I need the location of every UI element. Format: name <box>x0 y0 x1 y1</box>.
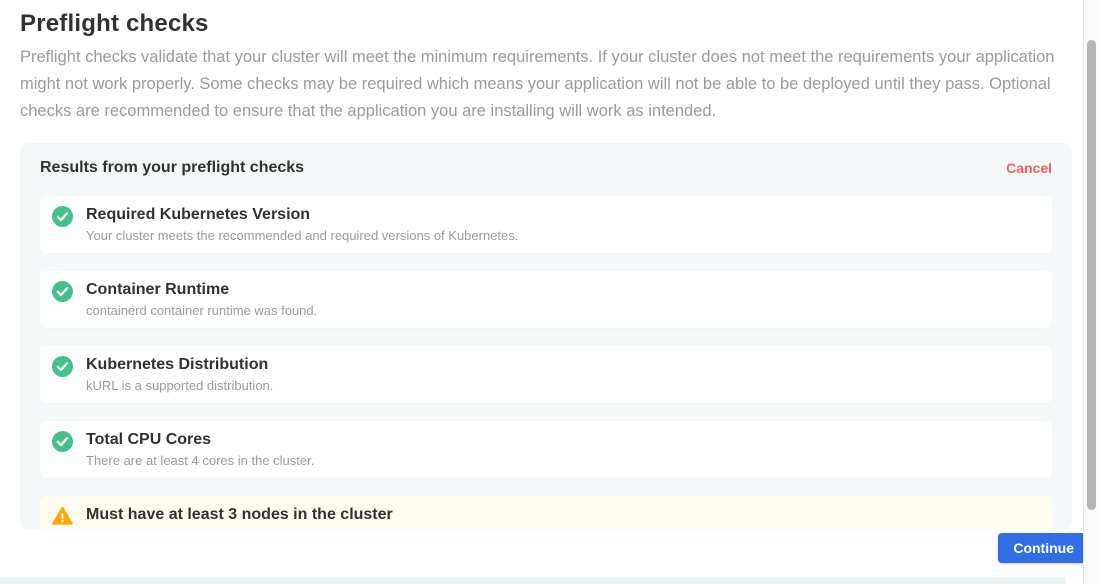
check-body: Total CPU Cores There are at least 4 cor… <box>86 430 314 468</box>
check-body: Required Kubernetes Version Your cluster… <box>86 205 518 243</box>
page-description: Preflight checks validate that your clus… <box>20 44 1063 125</box>
vertical-scrollbar[interactable] <box>1083 0 1100 584</box>
check-pass-icon <box>52 281 73 302</box>
check-description: kURL is a supported distribution. <box>86 378 273 393</box>
check-description: containerd container runtime was found. <box>86 303 317 318</box>
preflight-checks-screen: Preflight checks Preflight checks valida… <box>0 0 1100 584</box>
continue-button[interactable]: Continue <box>998 533 1089 563</box>
check-body: Kubernetes Distribution kURL is a suppor… <box>86 355 273 393</box>
preflight-check-card: Required Kubernetes Version Your cluster… <box>40 196 1052 253</box>
check-description: There are at least 4 cores in the cluste… <box>86 453 314 468</box>
check-body: Must have at least 3 nodes in the cluste… <box>86 505 393 530</box>
check-body: Container Runtime containerd container r… <box>86 280 317 318</box>
preflight-check-card: Kubernetes Distribution kURL is a suppor… <box>40 346 1052 403</box>
check-pass-icon <box>52 206 73 227</box>
check-title: Required Kubernetes Version <box>86 205 518 224</box>
check-pass-icon <box>52 356 73 377</box>
check-description: This application requires at least 3 nod… <box>86 528 393 530</box>
check-title: Total CPU Cores <box>86 430 314 449</box>
check-description: Your cluster meets the recommended and r… <box>86 228 518 243</box>
panel-heading: Results from your preflight checks <box>40 159 304 177</box>
preflight-check-card: Container Runtime containerd container r… <box>40 271 1052 328</box>
check-title: Kubernetes Distribution <box>86 355 273 374</box>
scrollbar-thumb[interactable] <box>1087 40 1096 510</box>
preflight-check-card: Total CPU Cores There are at least 4 cor… <box>40 421 1052 478</box>
cancel-link[interactable]: Cancel <box>1006 160 1052 176</box>
check-title: Container Runtime <box>86 280 317 299</box>
check-title: Must have at least 3 nodes in the cluste… <box>86 505 393 524</box>
main-content: Preflight checks Preflight checks valida… <box>0 0 1083 584</box>
warning-icon <box>52 506 73 527</box>
check-pass-icon <box>52 431 73 452</box>
panel-header: Results from your preflight checks Cance… <box>40 158 1052 178</box>
preflight-results-panel: Results from your preflight checks Cance… <box>20 143 1072 530</box>
footer-divider <box>0 577 1066 584</box>
page-title: Preflight checks <box>20 10 1063 38</box>
preflight-check-card-warning: Must have at least 3 nodes in the cluste… <box>40 496 1052 530</box>
